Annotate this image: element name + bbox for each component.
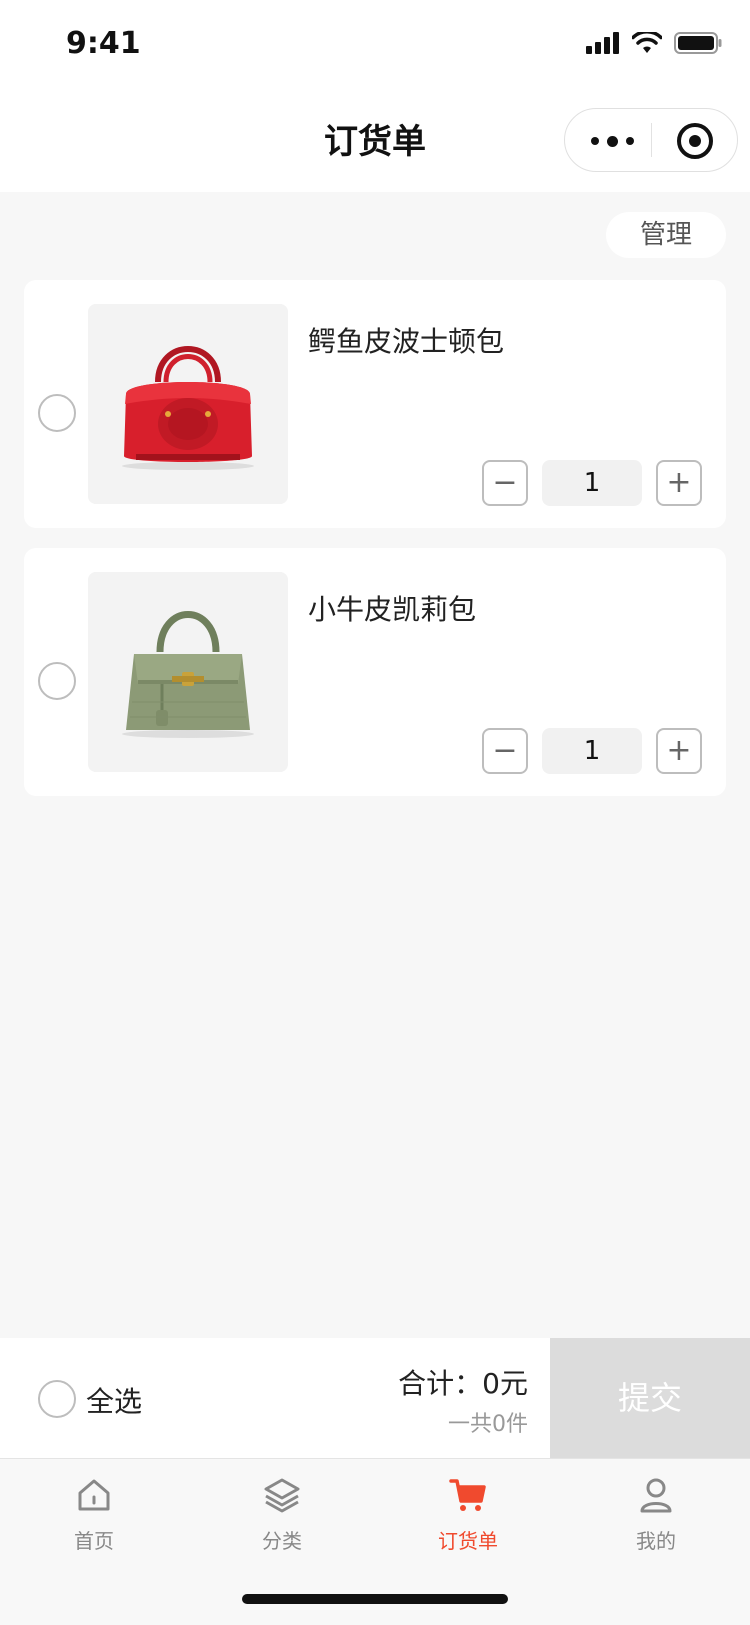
status-icons xyxy=(586,32,722,54)
tab-label: 分类 xyxy=(262,1529,302,1553)
user-icon xyxy=(640,1478,672,1513)
decrease-button[interactable]: − xyxy=(482,728,528,774)
select-all-label[interactable]: 全选 xyxy=(86,1380,142,1420)
wifi-icon xyxy=(632,32,662,53)
quantity-input[interactable]: 1 xyxy=(542,728,642,774)
cart-icon xyxy=(449,1479,486,1511)
tab-mine[interactable]: 我的 xyxy=(562,1475,750,1554)
total-price: 合计：0元 xyxy=(398,1367,528,1400)
tab-category[interactable]: 分类 xyxy=(188,1475,376,1554)
cart-item: 小牛皮凯莉包 − 1 + xyxy=(24,548,726,796)
status-bar: 9:41 xyxy=(0,0,750,92)
manage-button[interactable]: 管理 xyxy=(606,212,726,258)
tab-order[interactable]: 订货单 xyxy=(374,1475,562,1554)
layers-icon xyxy=(264,1478,300,1513)
home-indicator xyxy=(242,1594,508,1604)
decrease-button[interactable]: − xyxy=(482,460,528,506)
tab-label: 订货单 xyxy=(438,1529,498,1553)
submit-button[interactable]: 提交 xyxy=(550,1338,750,1458)
product-image[interactable] xyxy=(88,304,288,504)
tab-label: 我的 xyxy=(636,1529,676,1553)
item-select-radio[interactable] xyxy=(38,394,76,432)
quantity-stepper: − 1 + xyxy=(482,460,702,506)
checkout-bar: 全选 合计：0元 一共0件 提交 xyxy=(0,1338,750,1458)
item-name: 鳄鱼皮波士顿包 xyxy=(308,325,505,358)
tab-label: 首页 xyxy=(74,1529,114,1553)
capsule-divider xyxy=(651,123,652,157)
home-icon xyxy=(78,1479,110,1511)
select-all-radio[interactable] xyxy=(38,1380,76,1418)
miniprogram-capsule xyxy=(564,108,738,172)
battery-icon xyxy=(674,32,722,54)
total-count: 一共0件 xyxy=(448,1412,528,1437)
status-time: 9:41 xyxy=(66,26,141,61)
increase-button[interactable]: + xyxy=(656,728,702,774)
signal-icon xyxy=(586,32,619,54)
cart-item: 鳄鱼皮波士顿包 − 1 + xyxy=(24,280,726,528)
tab-home[interactable]: 首页 xyxy=(0,1475,188,1554)
more-menu-icon[interactable] xyxy=(591,136,634,147)
item-select-radio[interactable] xyxy=(38,662,76,700)
increase-button[interactable]: + xyxy=(656,460,702,506)
item-name: 小牛皮凯莉包 xyxy=(308,593,477,626)
quantity-input[interactable]: 1 xyxy=(542,460,642,506)
close-target-icon[interactable] xyxy=(677,123,713,159)
quantity-stepper: − 1 + xyxy=(482,728,702,774)
nav-bar: 订货单 xyxy=(0,92,750,192)
product-image[interactable] xyxy=(88,572,288,772)
